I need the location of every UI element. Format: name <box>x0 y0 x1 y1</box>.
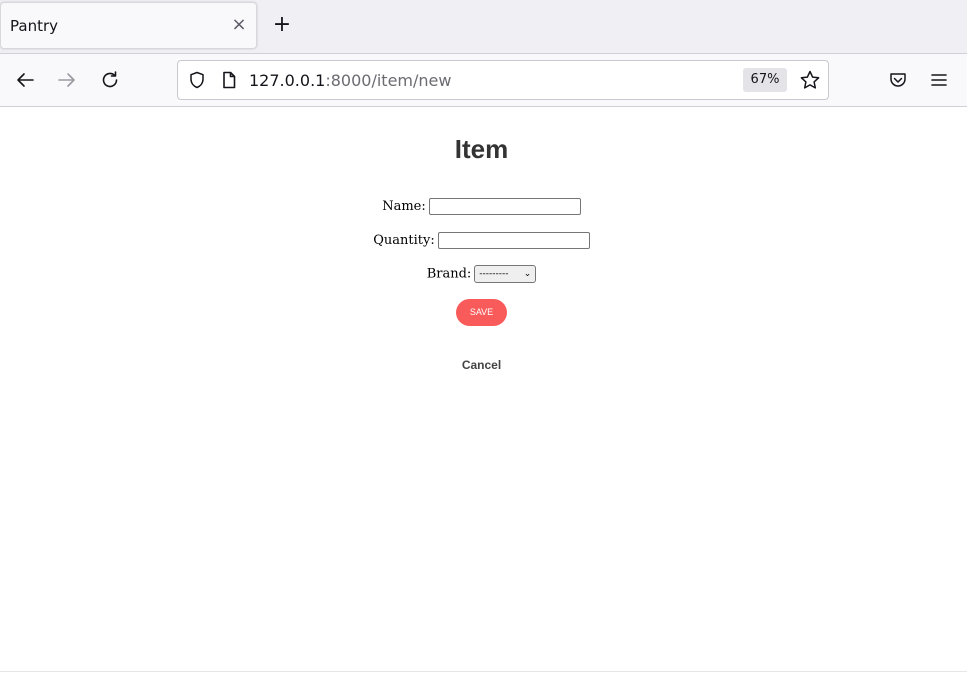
quantity-row: Quantity: <box>0 232 963 249</box>
pocket-icon[interactable] <box>886 68 910 92</box>
url-path: :8000/item/new <box>325 71 452 90</box>
tab-title: Pantry <box>10 17 58 35</box>
menu-icon[interactable] <box>927 68 951 92</box>
name-row: Name: <box>0 198 963 215</box>
name-label: Name: <box>382 199 426 214</box>
quantity-label: Quantity: <box>373 233 435 248</box>
tab-pantry[interactable]: Pantry × <box>0 2 257 49</box>
brand-selected-value: --------- <box>479 269 509 279</box>
brand-label: Brand: <box>426 266 472 282</box>
brand-select[interactable]: --------- ⌄ <box>474 265 537 283</box>
reload-icon[interactable] <box>98 68 122 92</box>
url-host: 127.0.0.1 <box>249 71 326 90</box>
url-bar[interactable]: 127.0.0.1:8000/item/new 67% <box>177 60 829 100</box>
url-text[interactable]: 127.0.0.1:8000/item/new <box>249 71 451 90</box>
quantity-input[interactable] <box>437 232 590 249</box>
brand-row: Brand: --------- ⌄ <box>0 265 963 283</box>
forward-icon[interactable] <box>55 68 79 92</box>
page-icon[interactable] <box>220 70 238 90</box>
cancel-link[interactable]: Cancel <box>0 358 963 372</box>
back-icon[interactable] <box>13 68 37 92</box>
shield-icon[interactable] <box>187 70 207 90</box>
page-content: Item Name: Quantity: Brand: --------- ⌄ SA… <box>0 107 967 673</box>
new-tab-button[interactable]: + <box>270 13 294 37</box>
save-button[interactable]: SAVE <box>456 299 507 326</box>
tab-strip: Pantry × + <box>0 0 967 53</box>
page-title: Item <box>454 134 509 164</box>
name-input[interactable] <box>428 198 581 215</box>
close-icon[interactable]: × <box>230 15 248 35</box>
bookmark-star-icon[interactable] <box>799 69 821 91</box>
bottom-divider <box>0 671 967 672</box>
chevron-down-icon: ⌄ <box>523 269 532 279</box>
zoom-level-badge[interactable]: 67% <box>743 68 787 92</box>
navigation-bar: 127.0.0.1:8000/item/new 67% <box>0 53 967 107</box>
